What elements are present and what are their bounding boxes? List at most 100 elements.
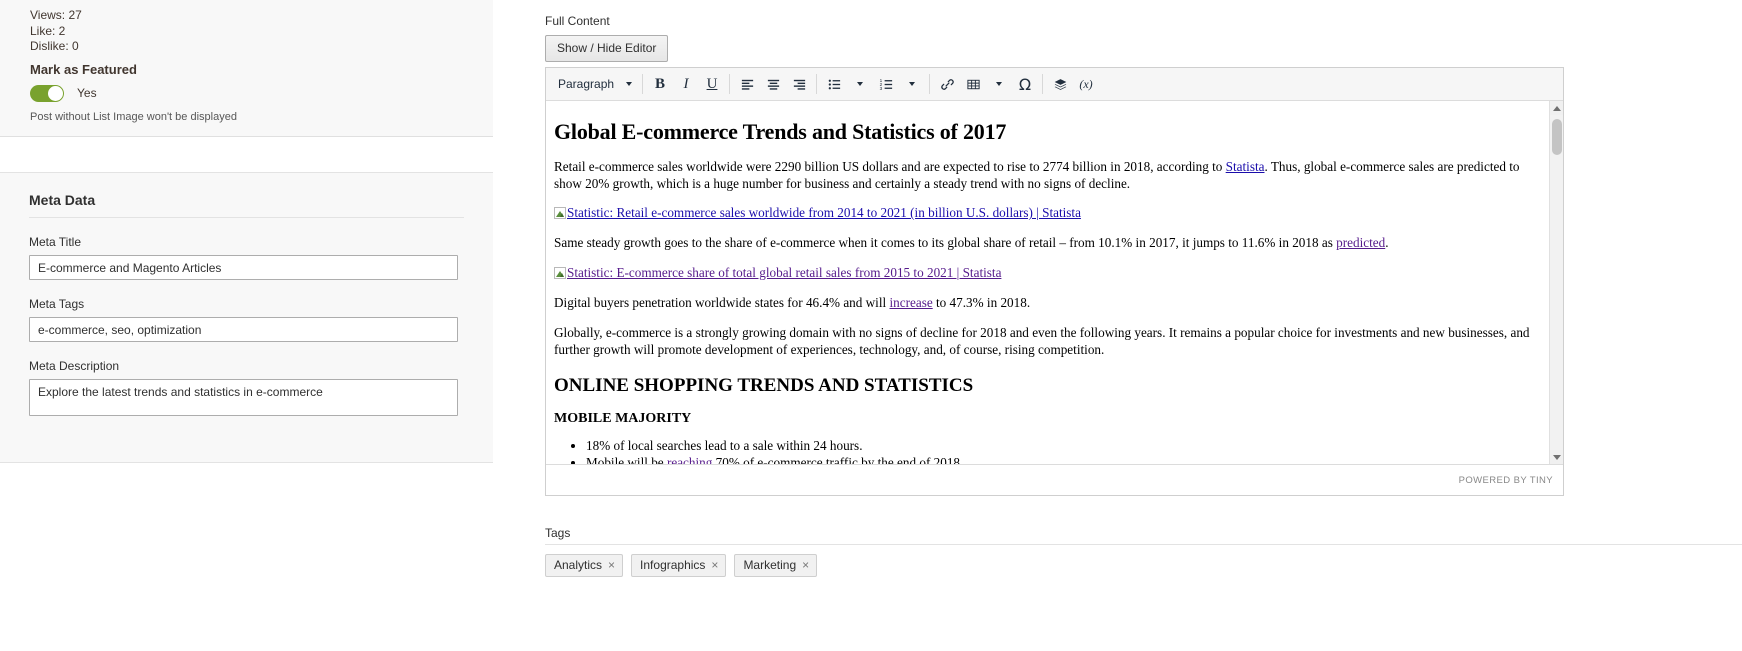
bullet-list-button[interactable] <box>821 71 847 97</box>
table-icon <box>966 79 980 89</box>
tag-chip[interactable]: Infographics × <box>631 554 727 577</box>
editor-scrollbar-thumb[interactable] <box>1552 119 1562 155</box>
scroll-down-button[interactable] <box>1550 450 1563 464</box>
table-button[interactable] <box>960 71 986 97</box>
underline-button[interactable]: U <box>699 71 725 97</box>
align-left-button[interactable] <box>734 71 760 97</box>
predicted-link[interactable]: predicted <box>1336 235 1385 250</box>
toolbar-divider <box>929 74 930 94</box>
broken-image-1-alt-link[interactable]: Statistic: Retail e-commerce sales world… <box>567 205 1081 220</box>
meta-title-input[interactable] <box>29 255 458 280</box>
paragraph-2-text-before: Same steady growth goes to the share of … <box>554 235 1337 250</box>
broken-image-1: Statistic: Retail e-commerce sales world… <box>554 205 1541 221</box>
paragraph-3-text-after: to 47.3% in 2018. <box>932 294 1031 310</box>
link-button[interactable] <box>934 71 960 97</box>
mark-as-featured-row: Yes <box>0 84 493 102</box>
toolbar-divider <box>729 74 730 94</box>
numbered-list-icon: 1 2 3 <box>879 78 892 90</box>
tag-remove-icon[interactable]: × <box>608 559 615 571</box>
tag-remove-icon[interactable]: × <box>802 559 809 571</box>
numbered-list-dropdown[interactable] <box>899 71 925 97</box>
article-heading-2: ONLINE SHOPPING TRENDS AND STATISTICS <box>554 375 974 396</box>
bullet-list-icon <box>828 79 840 89</box>
broken-image-icon <box>554 207 566 219</box>
scroll-up-button[interactable] <box>1550 101 1563 115</box>
tag-remove-icon[interactable]: × <box>711 559 718 571</box>
bullet-2-text-before: Mobile will be <box>586 454 667 464</box>
list-item: Mobile will be reaching 70% of e-commerc… <box>586 455 1541 464</box>
full-content-label: Full Content <box>545 14 610 28</box>
meta-data-title: Meta Data <box>29 192 96 208</box>
tag-chip-label: Analytics <box>554 558 603 572</box>
meta-description-textarea[interactable] <box>29 379 458 416</box>
meta-tags-field-group: Meta Tags <box>0 297 493 342</box>
powered-by-tiny-label[interactable]: Powered by Tiny <box>1459 475 1553 486</box>
reaching-link[interactable]: reaching <box>667 455 712 464</box>
align-right-button[interactable] <box>786 71 812 97</box>
align-left-icon <box>741 79 753 90</box>
toolbar-divider <box>642 74 643 94</box>
tags-input-container[interactable]: Analytics × Infographics × Marketing × <box>545 544 1742 584</box>
toolbar-divider <box>1042 74 1043 94</box>
meta-tags-label: Meta Tags <box>29 297 85 311</box>
article-heading-3: MOBILE MAJORITY <box>554 411 692 426</box>
chevron-down-icon <box>1552 454 1561 460</box>
chevron-down-icon <box>996 82 1002 86</box>
article-heading-1: Global E-commerce Trends and Statistics … <box>554 119 1007 144</box>
post-stats-panel: Views: 27 Like: 2 Dislike: 0 Mark as Fea… <box>0 0 493 137</box>
align-center-button[interactable] <box>760 71 786 97</box>
variable-button[interactable]: (x) <box>1073 71 1099 97</box>
paragraph-1-text-before: Retail e-commerce sales worldwide were 2… <box>554 159 1226 174</box>
chevron-down-icon <box>909 82 915 86</box>
meta-description-label: Meta Description <box>29 359 120 373</box>
bullet-2-text-after: 70% of e-commerce traffic by the end of … <box>712 454 964 464</box>
article-paragraph-4: Globally, e-commerce is a strongly growi… <box>554 325 1530 357</box>
bullet-1-text-before: 18% of local searches lead to a sale wit… <box>586 438 863 453</box>
meta-data-panel: Meta Data Meta Title Meta Tags Meta Desc… <box>0 172 493 463</box>
toggle-value-label: Yes <box>77 86 97 100</box>
article-bullet-list: 18% of local searches lead to a sale wit… <box>554 438 1541 464</box>
tag-chip-label: Marketing <box>743 558 797 572</box>
views-stat: Views: 27 <box>30 8 82 22</box>
broken-image-2-alt-link[interactable]: Statistic: E-commerce share of total glo… <box>567 265 1001 280</box>
list-group: 1 2 3 <box>821 68 925 100</box>
layers-button[interactable] <box>1047 71 1073 97</box>
alignment-group <box>734 68 812 100</box>
increase-link[interactable]: increase <box>889 295 932 310</box>
meta-data-divider <box>29 217 464 218</box>
right-column: Full Content Show / Hide Editor Paragrap… <box>543 0 1742 651</box>
mark-as-featured-toggle[interactable] <box>30 84 64 102</box>
page-root: Views: 27 Like: 2 Dislike: 0 Mark as Fea… <box>0 0 1742 651</box>
broken-image-2: Statistic: E-commerce share of total glo… <box>554 265 1541 281</box>
block-format-select[interactable]: Paragraph <box>550 71 638 97</box>
editor-body: Global E-commerce Trends and Statistics … <box>546 101 1563 464</box>
numbered-list-button[interactable]: 1 2 3 <box>873 71 899 97</box>
show-hide-editor-button[interactable]: Show / Hide Editor <box>545 35 669 62</box>
special-character-button[interactable]: Ω <box>1012 71 1038 97</box>
bullet-list-dropdown[interactable] <box>847 71 873 97</box>
table-dropdown[interactable] <box>986 71 1012 97</box>
meta-description-field-group: Meta Description <box>0 359 493 421</box>
tag-chip[interactable]: Analytics × <box>545 554 624 577</box>
dislike-stat: Dislike: 0 <box>30 39 79 53</box>
align-center-icon <box>767 79 779 90</box>
article-paragraph-3: Digital buyers penetration worldwide sta… <box>554 295 1541 312</box>
italic-button[interactable]: I <box>673 71 699 97</box>
editor-content-area[interactable]: Global E-commerce Trends and Statistics … <box>546 101 1549 464</box>
chevron-down-icon <box>857 82 863 86</box>
meta-title-field-group: Meta Title <box>0 235 493 280</box>
svg-text:3: 3 <box>879 85 882 90</box>
editor-statusbar: Powered by Tiny <box>546 464 1563 495</box>
bold-button[interactable]: B <box>647 71 673 97</box>
statista-link[interactable]: Statista <box>1226 159 1265 174</box>
editor-scrollbar[interactable] <box>1549 101 1563 464</box>
mark-as-featured-label: Mark as Featured <box>30 61 137 77</box>
meta-tags-input[interactable] <box>29 317 458 342</box>
tag-chip[interactable]: Marketing × <box>734 554 818 577</box>
tags-label: Tags <box>545 526 571 540</box>
featured-hint-text: Post without List Image won't be display… <box>30 110 237 123</box>
paragraph-2-text-after: . <box>1385 235 1389 250</box>
align-right-icon <box>793 79 805 90</box>
layers-icon <box>1054 78 1066 90</box>
toggle-knob-icon <box>48 85 63 101</box>
